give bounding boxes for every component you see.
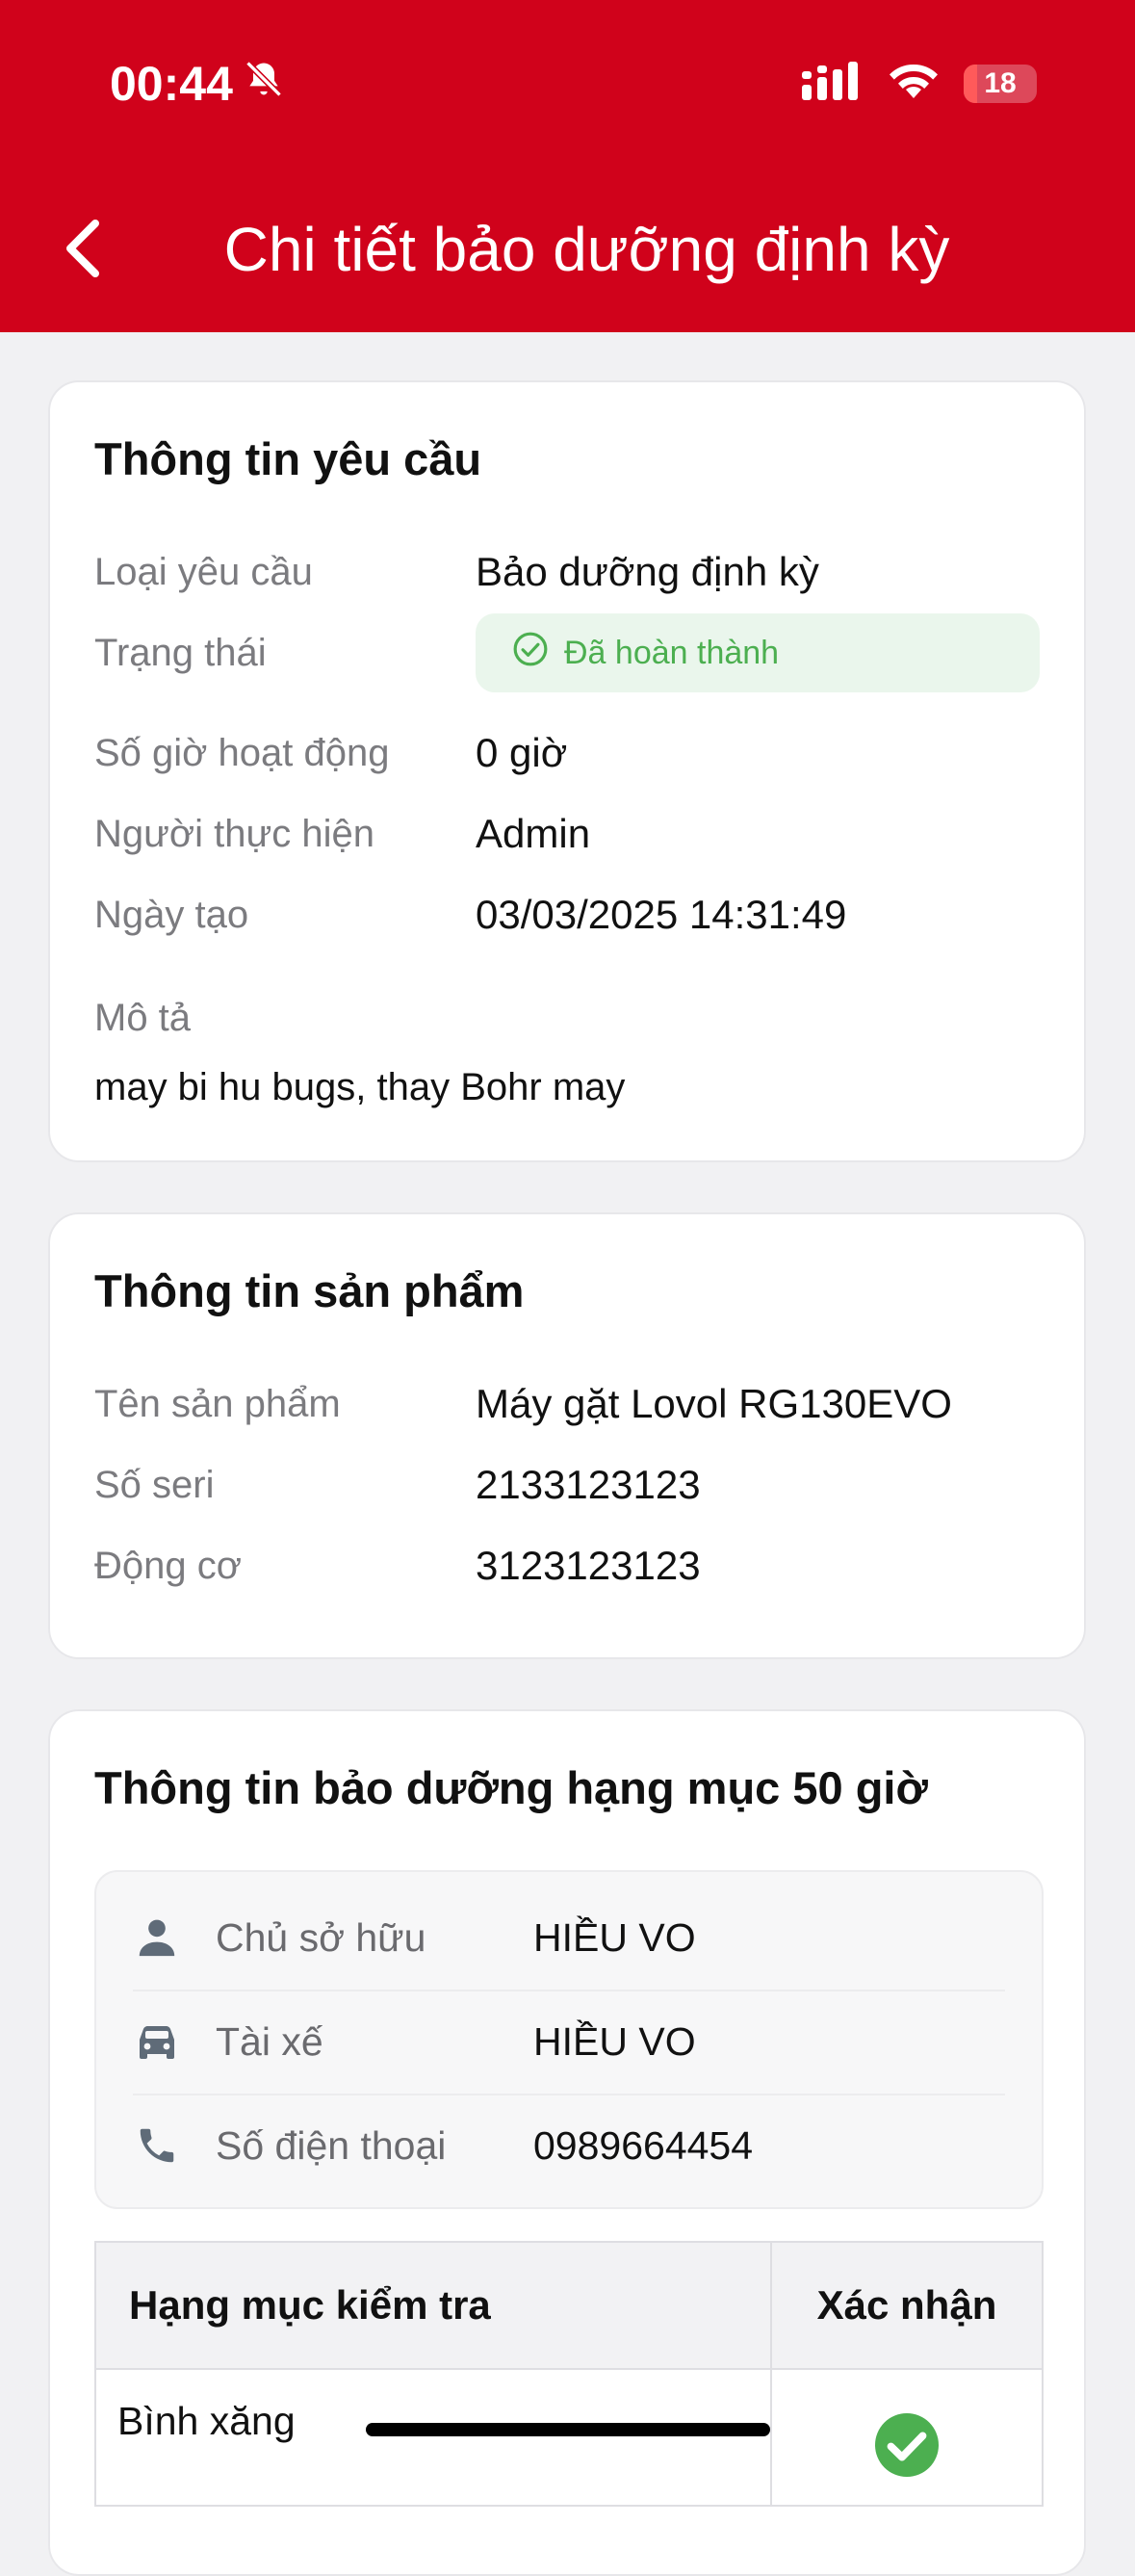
status-icons: 18 xyxy=(802,62,1037,105)
table-row: Bình xăng xyxy=(96,2370,1042,2505)
request-info-title: Thông tin yêu cầu xyxy=(94,433,482,484)
description-value: may bi hu bugs, thay Bohr may xyxy=(94,1066,626,1108)
row-serial: Số seri 2133123123 xyxy=(94,1451,1040,1519)
car-icon xyxy=(133,2017,181,2066)
check-item-name: Bình xăng xyxy=(96,2370,772,2505)
row-status: Trạng thái Đã hoàn thành xyxy=(94,611,1040,694)
status-time: 00:44 xyxy=(110,56,285,112)
page-title: Chi tiết bảo dưỡng định kỳ xyxy=(223,215,950,284)
signal-icon xyxy=(802,62,864,105)
row-value: Bảo dưỡng định kỳ xyxy=(476,549,819,594)
battery-level: 18 xyxy=(984,66,1017,99)
row-value: Admin xyxy=(476,811,591,856)
row-value: Máy gặt Lovol RG130EVO xyxy=(476,1381,952,1426)
app-header: 00:44 18 Chi tiết bảo dưỡng định kỳ xyxy=(0,0,1135,332)
row-value: 03/03/2025 14:31:49 xyxy=(476,892,847,937)
row-value: 2133123123 xyxy=(476,1462,701,1507)
header-check-item: Hạng mục kiểm tra xyxy=(96,2243,772,2368)
product-info-title: Thông tin sản phẩm xyxy=(94,1265,525,1316)
status-text: Đã hoàn thành xyxy=(564,634,780,671)
contact-value: 0989664454 xyxy=(533,2122,754,2168)
battery-indicator: 18 xyxy=(964,64,1037,103)
row-request-type: Loại yêu cầu Bảo dưỡng định kỳ xyxy=(94,538,1040,606)
row-value: 0 giờ xyxy=(476,730,568,775)
wifi-icon xyxy=(889,62,939,105)
row-label: Ngày tạo xyxy=(94,893,249,936)
contact-value: HIỀU VO xyxy=(533,2018,696,2064)
contact-row-phone[interactable]: Số điện thoại 0989664454 xyxy=(133,2094,1005,2198)
contact-row-driver: Tài xế HIỀU VO xyxy=(133,1990,1005,2095)
table-header: Hạng mục kiểm tra Xác nhận xyxy=(96,2243,1042,2370)
row-engine: Động cơ 3123123123 xyxy=(94,1532,1040,1600)
header-confirm: Xác nhận xyxy=(816,2282,997,2328)
row-label: Loại yêu cầu xyxy=(94,550,313,593)
contact-label: Chủ sở hữu xyxy=(216,1914,426,1960)
contact-box: Chủ sở hữu HIỀU VO Tài xế HIỀU VO Số điệ… xyxy=(94,1870,1044,2209)
checklist-table: Hạng mục kiểm tra Xác nhận Bình xăng xyxy=(94,2241,1044,2507)
row-product-name: Tên sản phẩm Máy gặt Lovol RG130EVO xyxy=(94,1370,1040,1438)
row-label: Trạng thái xyxy=(94,631,267,674)
confirm-cell xyxy=(772,2370,1042,2505)
maintenance-info-title: Thông tin bảo dưỡng hạng mục 50 giờ xyxy=(94,1762,928,1813)
person-icon xyxy=(133,1913,181,1962)
status-time-text: 00:44 xyxy=(110,57,233,111)
row-label: Số giờ hoạt động xyxy=(94,731,390,774)
row-label: Số seri xyxy=(94,1463,215,1506)
row-label: Tên sản phẩm xyxy=(94,1382,341,1425)
row-performer: Người thực hiện Admin xyxy=(94,800,1040,868)
product-info-card: Thông tin sản phẩm Tên sản phẩm Máy gặt … xyxy=(48,1212,1086,1659)
bell-slash-icon xyxy=(243,56,285,112)
check-circle-icon xyxy=(512,631,549,676)
check-circle-filled-icon xyxy=(872,2410,942,2505)
contact-value: HIỀU VO xyxy=(533,1914,696,1960)
row-value: 3123123123 xyxy=(476,1543,701,1588)
request-info-card: Thông tin yêu cầu Loại yêu cầu Bảo dưỡng… xyxy=(48,380,1086,1162)
contact-label: Tài xế xyxy=(216,2018,323,2064)
row-created-date: Ngày tạo 03/03/2025 14:31:49 xyxy=(94,881,1040,949)
home-indicator[interactable] xyxy=(366,2423,770,2436)
contact-row-owner: Chủ sở hữu HIỀU VO xyxy=(133,1886,1005,1991)
row-operating-hours: Số giờ hoạt động 0 giờ xyxy=(94,719,1040,787)
row-label: Người thực hiện xyxy=(94,812,375,855)
phone-icon xyxy=(133,2121,181,2170)
row-label: Động cơ xyxy=(94,1544,242,1587)
status-badge: Đã hoàn thành xyxy=(476,613,1040,692)
contact-label: Số điện thoại xyxy=(216,2122,447,2168)
description-label: Mô tả xyxy=(94,997,192,1039)
maintenance-info-card: Thông tin bảo dưỡng hạng mục 50 giờ Chủ … xyxy=(48,1709,1086,2576)
